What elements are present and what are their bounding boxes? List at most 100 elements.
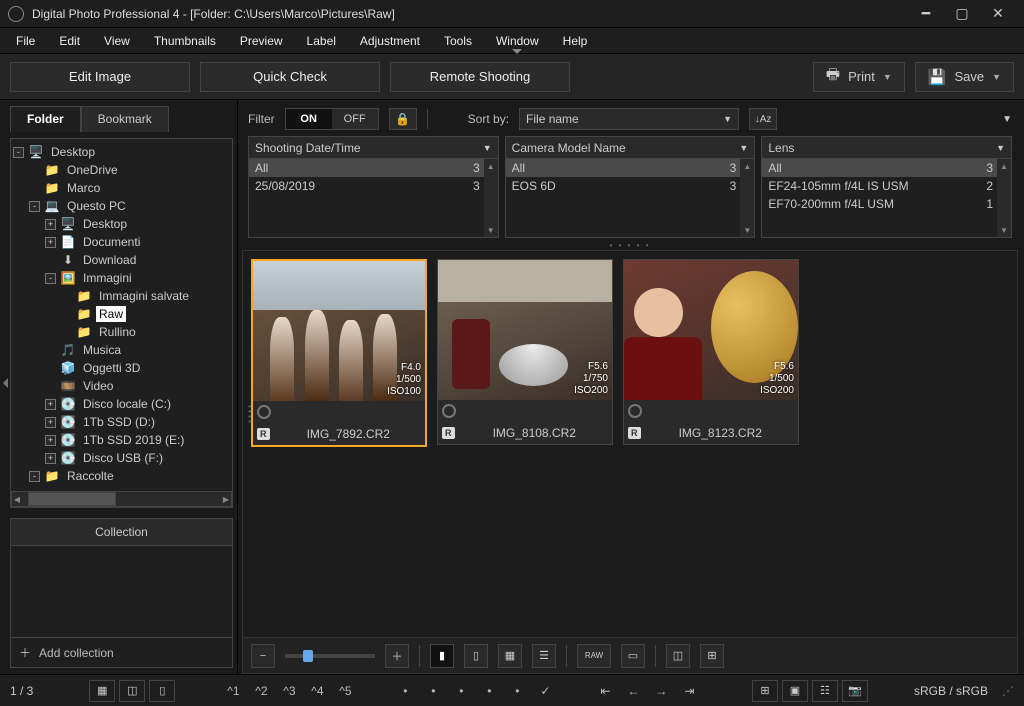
expand-icon[interactable]: + xyxy=(45,453,56,464)
select-tool-button[interactable]: ▭ xyxy=(621,644,645,668)
label-4[interactable]: • xyxy=(505,680,529,702)
vertical-splitter[interactable]: • • • • xyxy=(245,405,254,423)
filter-off[interactable]: OFF xyxy=(332,109,378,129)
lock-filter-button[interactable]: 🔒 xyxy=(389,108,417,130)
label-3[interactable]: • xyxy=(477,680,501,702)
collapse-icon[interactable]: - xyxy=(29,471,40,482)
maximize-button[interactable]: ▢ xyxy=(944,0,980,28)
tree-node-onedrive[interactable]: 📁OneDrive xyxy=(13,161,230,179)
collapse-icon[interactable]: - xyxy=(13,147,24,158)
tree-node-musica[interactable]: 🎵Musica xyxy=(13,341,230,359)
thumbnail-2[interactable]: F5.61/500ISO200RIMG_8123.CR2 xyxy=(623,259,799,445)
rating-1-button[interactable]: ^1 xyxy=(221,680,245,702)
properties-button[interactable]: ☷ xyxy=(812,680,838,702)
zoom-slider[interactable] xyxy=(285,654,375,658)
menu-edit[interactable]: Edit xyxy=(49,30,90,52)
tree-node-video[interactable]: 🎞️Video xyxy=(13,377,230,395)
sort-dropdown[interactable]: File name ▼ xyxy=(519,108,739,130)
remote-shooting-button[interactable]: Remote Shooting xyxy=(390,62,570,92)
rating-4-button[interactable]: ^4 xyxy=(305,680,329,702)
tab-bookmark[interactable]: Bookmark xyxy=(81,106,169,132)
filter-row[interactable]: EF70-200mm f/4L USM1 xyxy=(762,195,1011,213)
left-collapse-handle[interactable] xyxy=(0,100,10,666)
filter-header-dropdown[interactable]: Lens▼ xyxy=(762,137,1011,159)
nav-last[interactable]: ⇥ xyxy=(677,680,701,702)
filter-toggle[interactable]: ON OFF xyxy=(285,108,379,130)
tree-node-1tb-ssd-d-[interactable]: +💽1Tb SSD (D:) xyxy=(13,413,230,431)
tree-node-rullino[interactable]: 📁Rullino xyxy=(13,323,230,341)
tree-node-disco-locale-c-[interactable]: +💽Disco locale (C:) xyxy=(13,395,230,413)
filter-list[interactable]: All3EOS 6D3▲▼ xyxy=(506,159,755,237)
info-button[interactable]: ▣ xyxy=(782,680,808,702)
zoom-in-button[interactable]: ＋ xyxy=(385,644,409,668)
thumbnail-1[interactable]: F5.61/750ISO200RIMG_8108.CR2 xyxy=(437,259,613,445)
vertical-scrollbar[interactable]: ▲▼ xyxy=(484,159,498,237)
tree-node-raccolte[interactable]: -📁Raccolte xyxy=(13,467,230,485)
nav-next[interactable]: → xyxy=(649,680,673,702)
menu-label[interactable]: Label xyxy=(297,30,346,52)
view-filmstrip-button[interactable]: ▯ xyxy=(464,644,488,668)
filter-list[interactable]: All325/08/20193▲▼ xyxy=(249,159,498,237)
tree-node-documenti[interactable]: +📄Documenti xyxy=(13,233,230,251)
nav-prev[interactable]: ← xyxy=(621,680,645,702)
expand-icon[interactable]: + xyxy=(45,237,56,248)
expand-icon[interactable]: + xyxy=(45,435,56,446)
tree-node-desktop[interactable]: +🖥️Desktop xyxy=(13,215,230,233)
tree-node-immagini-salvate[interactable]: 📁Immagini salvate xyxy=(13,287,230,305)
scroll-down-icon[interactable]: ▼ xyxy=(484,223,498,237)
menu-thumbnails[interactable]: Thumbnails xyxy=(144,30,226,52)
menu-tools[interactable]: Tools xyxy=(434,30,482,52)
menu-adjustment[interactable]: Adjustment xyxy=(350,30,430,52)
filter-row[interactable]: EOS 6D3 xyxy=(506,177,755,195)
layout-single-button[interactable]: ▯ xyxy=(149,680,175,702)
nav-first[interactable]: ⇤ xyxy=(593,680,617,702)
expand-icon[interactable]: + xyxy=(45,417,56,428)
folder-tree[interactable]: -🖥️Desktop📁OneDrive📁Marco-💻Questo PC+🖥️D… xyxy=(11,139,232,491)
sort-direction-button[interactable]: ↓Aᴢ xyxy=(749,108,777,130)
view-list-button[interactable]: ☰ xyxy=(532,644,556,668)
filter-row[interactable]: 25/08/20193 xyxy=(249,177,498,195)
rating-3-button[interactable]: ^3 xyxy=(277,680,301,702)
expand-icon[interactable]: + xyxy=(45,399,56,410)
label-check[interactable]: ✓ xyxy=(533,680,557,702)
thumbnail-grid[interactable]: • • • • F4.01/500ISO100RIMG_7892.CR2F5.6… xyxy=(242,250,1018,638)
rating-5-button[interactable]: ^5 xyxy=(333,680,357,702)
menu-preview[interactable]: Preview xyxy=(230,30,293,52)
thumbnail-0[interactable]: F4.01/500ISO100RIMG_7892.CR2 xyxy=(251,259,427,447)
slider-knob[interactable] xyxy=(303,650,313,662)
camera-button[interactable]: 📷 xyxy=(842,680,868,702)
label-none[interactable]: • xyxy=(393,680,417,702)
filter-collapse-icon[interactable]: ▼ xyxy=(1002,114,1012,125)
filter-row[interactable]: All3 xyxy=(762,159,1011,177)
histogram-button[interactable]: ⊞ xyxy=(752,680,778,702)
layout-split-button[interactable]: ◫ xyxy=(119,680,145,702)
minimize-button[interactable]: ━ xyxy=(908,0,944,28)
zoom-out-button[interactable]: − xyxy=(251,644,275,668)
quick-check-button[interactable]: Quick Check xyxy=(200,62,380,92)
filter-row[interactable]: All3 xyxy=(249,159,498,177)
print-button[interactable]: 🖶 Print ▼ xyxy=(813,62,905,92)
label-2[interactable]: • xyxy=(449,680,473,702)
filter-on[interactable]: ON xyxy=(286,109,332,129)
filter-row[interactable]: EF24-105mm f/4L IS USM2 xyxy=(762,177,1011,195)
add-collection-button[interactable]: ＋ Add collection xyxy=(11,637,232,667)
layout-grid-button[interactable]: ▦ xyxy=(89,680,115,702)
view-single-button[interactable]: ▮ xyxy=(430,644,454,668)
filter-header-dropdown[interactable]: Shooting Date/Time▼ xyxy=(249,137,498,159)
tree-node-marco[interactable]: 📁Marco xyxy=(13,179,230,197)
close-button[interactable]: ✕ xyxy=(980,0,1016,28)
scroll-up-icon[interactable]: ▲ xyxy=(997,159,1011,173)
tree-node-immagini[interactable]: -🖼️Immagini xyxy=(13,269,230,287)
horizontal-splitter[interactable]: • • • • • xyxy=(242,242,1018,250)
menu-view[interactable]: View xyxy=(94,30,140,52)
horizontal-scrollbar[interactable]: ◀ ▶ xyxy=(11,491,232,507)
tree-node-raw[interactable]: 📁Raw xyxy=(13,305,230,323)
menu-help[interactable]: Help xyxy=(553,30,598,52)
filter-row[interactable]: All3 xyxy=(506,159,755,177)
tree-node-questo-pc[interactable]: -💻Questo PC xyxy=(13,197,230,215)
collapse-icon[interactable]: - xyxy=(45,273,56,284)
scroll-down-icon[interactable]: ▼ xyxy=(997,223,1011,237)
edit-image-button[interactable]: Edit Image xyxy=(10,62,190,92)
tree-node-oggetti-3d[interactable]: 🧊Oggetti 3D xyxy=(13,359,230,377)
view-grid-button[interactable]: ▦ xyxy=(498,644,522,668)
